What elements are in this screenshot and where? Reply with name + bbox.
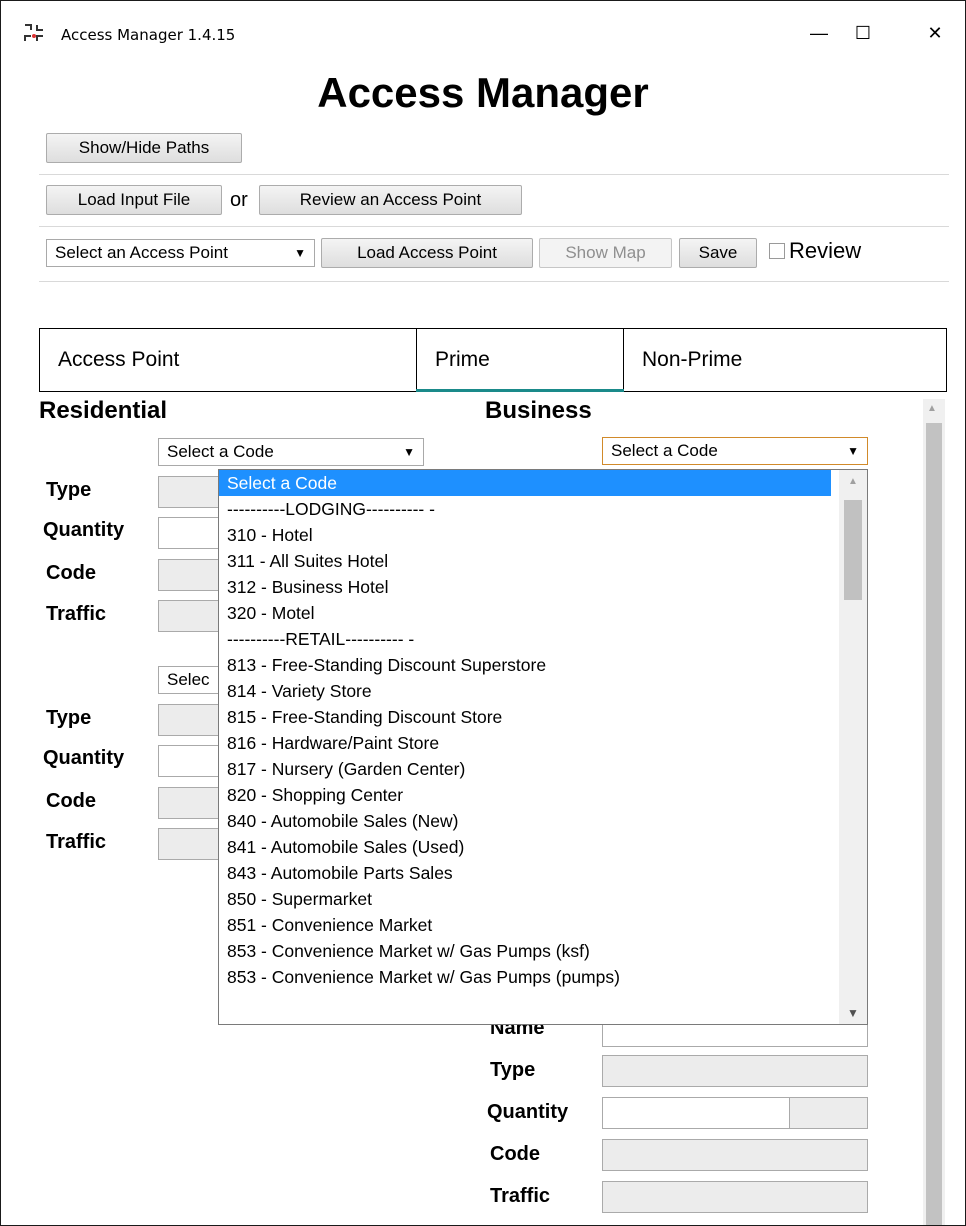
main-scrollbar[interactable]: ▲ xyxy=(923,399,945,1225)
business-quantity-label: Quantity xyxy=(487,1101,569,1123)
residential-traffic-label: Traffic xyxy=(46,603,107,625)
app-logo-icon xyxy=(24,24,43,41)
residential-code-label: Code xyxy=(46,562,96,584)
minimize-button[interactable]: — xyxy=(799,17,839,49)
dropdown-option[interactable]: 820 - Shopping Center xyxy=(219,782,831,808)
residential-title: Residential xyxy=(39,397,168,424)
review-label: Review xyxy=(789,238,862,263)
access-point-select[interactable]: Select an Access Point ▼ xyxy=(46,239,315,267)
divider xyxy=(39,174,949,175)
scroll-down-icon[interactable]: ▼ xyxy=(847,1006,859,1020)
load-input-file-button[interactable]: Load Input File xyxy=(46,185,222,215)
dropdown-option[interactable]: ----------RETAIL---------- - xyxy=(219,626,831,652)
residential-code-field-2[interactable] xyxy=(158,787,220,819)
page-title: Access Manager xyxy=(317,69,649,116)
code-dropdown-list[interactable]: Select a Code ----------LODGING----------… xyxy=(218,469,868,1025)
business-quantity-unit xyxy=(789,1097,868,1129)
business-type-field[interactable] xyxy=(602,1055,868,1087)
dropdown-option[interactable]: ----------LODGING---------- - xyxy=(219,496,831,522)
business-title: Business xyxy=(485,397,592,424)
dropdown-options: Select a Code ----------LODGING----------… xyxy=(219,470,867,990)
tab-prime-label: Prime xyxy=(435,348,490,371)
residential-traffic-label-2: Traffic xyxy=(46,831,107,853)
chevron-down-icon: ▼ xyxy=(403,445,415,459)
dropdown-option[interactable]: 320 - Motel xyxy=(219,600,831,626)
show-hide-paths-button[interactable]: Show/Hide Paths xyxy=(46,133,242,163)
residential-traffic-field-2[interactable] xyxy=(158,828,220,860)
tab-bar: Access Point Prime Non-Prime xyxy=(39,328,947,392)
dropdown-scrollbar-thumb[interactable] xyxy=(844,500,862,600)
dropdown-option[interactable]: 311 - All Suites Hotel xyxy=(219,548,831,574)
business-code-select[interactable]: Select a Code ▼ xyxy=(602,437,868,465)
window-title: Access Manager 1.4.15 xyxy=(61,26,236,44)
dropdown-option[interactable]: 853 - Convenience Market w/ Gas Pumps (p… xyxy=(219,964,831,990)
dropdown-option[interactable]: 843 - Automobile Parts Sales xyxy=(219,860,831,886)
residential-code-select-2[interactable]: Selec xyxy=(158,666,220,694)
business-traffic-field[interactable] xyxy=(602,1181,868,1213)
dropdown-option[interactable]: 816 - Hardware/Paint Store xyxy=(219,730,831,756)
tab-non-prime-label: Non-Prime xyxy=(642,348,743,371)
divider xyxy=(39,281,949,282)
app-window: Access Manager 1.4.15 — ☐ ✕ Access Manag… xyxy=(0,0,966,1226)
dropdown-option[interactable]: 815 - Free-Standing Discount Store xyxy=(219,704,831,730)
business-quantity-input[interactable] xyxy=(602,1097,790,1129)
dropdown-scrollbar[interactable]: ▲ ▼ xyxy=(839,470,867,1024)
tab-prime[interactable]: Prime xyxy=(417,329,624,391)
show-map-button[interactable]: Show Map xyxy=(539,238,672,268)
dropdown-option[interactable]: 814 - Variety Store xyxy=(219,678,831,704)
dropdown-option[interactable]: 840 - Automobile Sales (New) xyxy=(219,808,831,834)
residential-quantity-label-2: Quantity xyxy=(43,747,125,769)
residential-type-field[interactable] xyxy=(158,476,220,508)
residential-quantity-label: Quantity xyxy=(43,519,125,541)
scroll-up-icon[interactable]: ▲ xyxy=(927,403,937,414)
dropdown-option[interactable]: 851 - Convenience Market xyxy=(219,912,831,938)
dropdown-option[interactable]: 841 - Automobile Sales (Used) xyxy=(219,834,831,860)
access-point-select-value: Select an Access Point xyxy=(55,243,228,262)
residential-traffic-field[interactable] xyxy=(158,600,220,632)
residential-code-field[interactable] xyxy=(158,559,220,591)
residential-code-select-value: Select a Code xyxy=(167,442,274,461)
residential-code-select[interactable]: Select a Code ▼ xyxy=(158,438,424,466)
main-scrollbar-thumb[interactable] xyxy=(926,423,942,1225)
dropdown-option[interactable]: Select a Code xyxy=(219,470,831,496)
divider xyxy=(39,226,949,227)
business-traffic-label: Traffic xyxy=(490,1185,551,1207)
business-code-label: Code xyxy=(490,1143,540,1165)
business-type-label: Type xyxy=(490,1059,536,1081)
residential-code-label-2: Code xyxy=(46,790,96,812)
maximize-button[interactable]: ☐ xyxy=(843,17,883,49)
dropdown-option[interactable]: 850 - Supermarket xyxy=(219,886,831,912)
review-access-point-button[interactable]: Review an Access Point xyxy=(259,185,522,215)
close-button[interactable]: ✕ xyxy=(915,17,955,49)
load-access-point-button[interactable]: Load Access Point xyxy=(321,238,533,268)
review-checkbox[interactable] xyxy=(769,243,785,259)
residential-quantity-input-2[interactable] xyxy=(158,745,220,777)
active-tab-indicator xyxy=(416,389,624,392)
residential-quantity-input[interactable] xyxy=(158,517,220,549)
dropdown-option[interactable]: 813 - Free-Standing Discount Superstore xyxy=(219,652,831,678)
dropdown-option[interactable]: 817 - Nursery (Garden Center) xyxy=(219,756,831,782)
tab-access-point-label: Access Point xyxy=(58,348,180,371)
residential-code-select-2-value: Selec xyxy=(167,670,210,689)
chevron-down-icon: ▼ xyxy=(847,444,859,458)
save-button[interactable]: Save xyxy=(679,238,757,268)
tab-access-point[interactable]: Access Point xyxy=(40,329,417,391)
or-text: or xyxy=(230,189,248,211)
title-bar: Access Manager 1.4.15 — ☐ ✕ xyxy=(1,1,965,44)
business-code-select-value: Select a Code xyxy=(611,441,718,460)
tab-non-prime[interactable]: Non-Prime xyxy=(624,329,946,391)
scroll-up-icon[interactable]: ▲ xyxy=(848,476,858,487)
dropdown-option[interactable]: 853 - Convenience Market w/ Gas Pumps (k… xyxy=(219,938,831,964)
dropdown-option[interactable]: 310 - Hotel xyxy=(219,522,831,548)
chevron-down-icon: ▼ xyxy=(294,246,306,260)
residential-type-label: Type xyxy=(46,479,92,501)
residential-type-label-2: Type xyxy=(46,707,92,729)
dropdown-option[interactable]: 312 - Business Hotel xyxy=(219,574,831,600)
business-code-field[interactable] xyxy=(602,1139,868,1171)
residential-type-field-2[interactable] xyxy=(158,704,220,736)
